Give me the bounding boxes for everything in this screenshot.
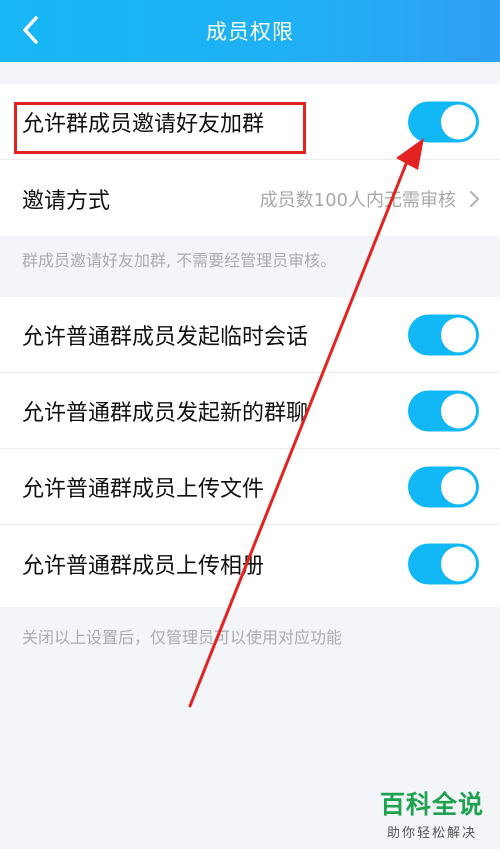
watermark-sub: 助你轻松解决 [386,826,477,841]
invite-method-row[interactable]: 邀请方式 成员数100人内无需审核 [0,160,500,238]
permission-row: 允许普通群成员上传相册 [0,525,500,603]
allow-invite-toggle[interactable] [408,101,479,142]
permission-row: 允许普通群成员发起临时会话 [0,297,500,373]
permission-row: 允许普通群成员上传文件 [0,449,500,525]
watermark-main: 百科全说 [379,790,484,819]
permission-toggle-temp-chat[interactable] [408,314,479,355]
permission-label-new-group-chat: 允许普通群成员发起新的群聊 [22,400,309,426]
member-permissions-group: 允许普通群成员发起临时会话 允许普通群成员发起新的群聊 允许普通群成员上传文件 … [0,297,500,607]
permission-toggle-upload-file[interactable] [408,466,479,507]
chevron-right-icon [469,190,480,208]
header-bar: 成员权限 [0,0,500,62]
toggle-knob [441,393,476,428]
invite-method-value: 成员数100人内无需审核 [259,190,456,211]
permissions-note: 关闭以上设置后，仅管理员可以使用对应功能 [22,628,343,647]
permission-toggle-upload-album[interactable] [408,543,479,585]
invite-note: 群成员邀请好友加群, 不需要经管理员审核。 [22,251,337,270]
permission-label-upload-file: 允许普通群成员上传文件 [22,476,265,502]
watermark-logo: 百科全说 助你轻松解决 [376,785,488,841]
toggle-knob [441,317,476,352]
toggle-knob [441,546,476,582]
permission-toggle-new-group-chat[interactable] [408,390,479,431]
permission-label-upload-album: 允许普通群成员上传相册 [22,554,265,579]
toggle-knob [441,469,476,504]
page-title: 成员权限 [206,20,294,44]
highlight-box [14,102,306,154]
permission-label-temp-chat: 允许普通群成员发起临时会话 [22,324,309,350]
permission-row: 允许普通群成员发起新的群聊 [0,373,500,449]
toggle-knob [441,104,476,139]
invite-method-label: 邀请方式 [22,189,111,214]
